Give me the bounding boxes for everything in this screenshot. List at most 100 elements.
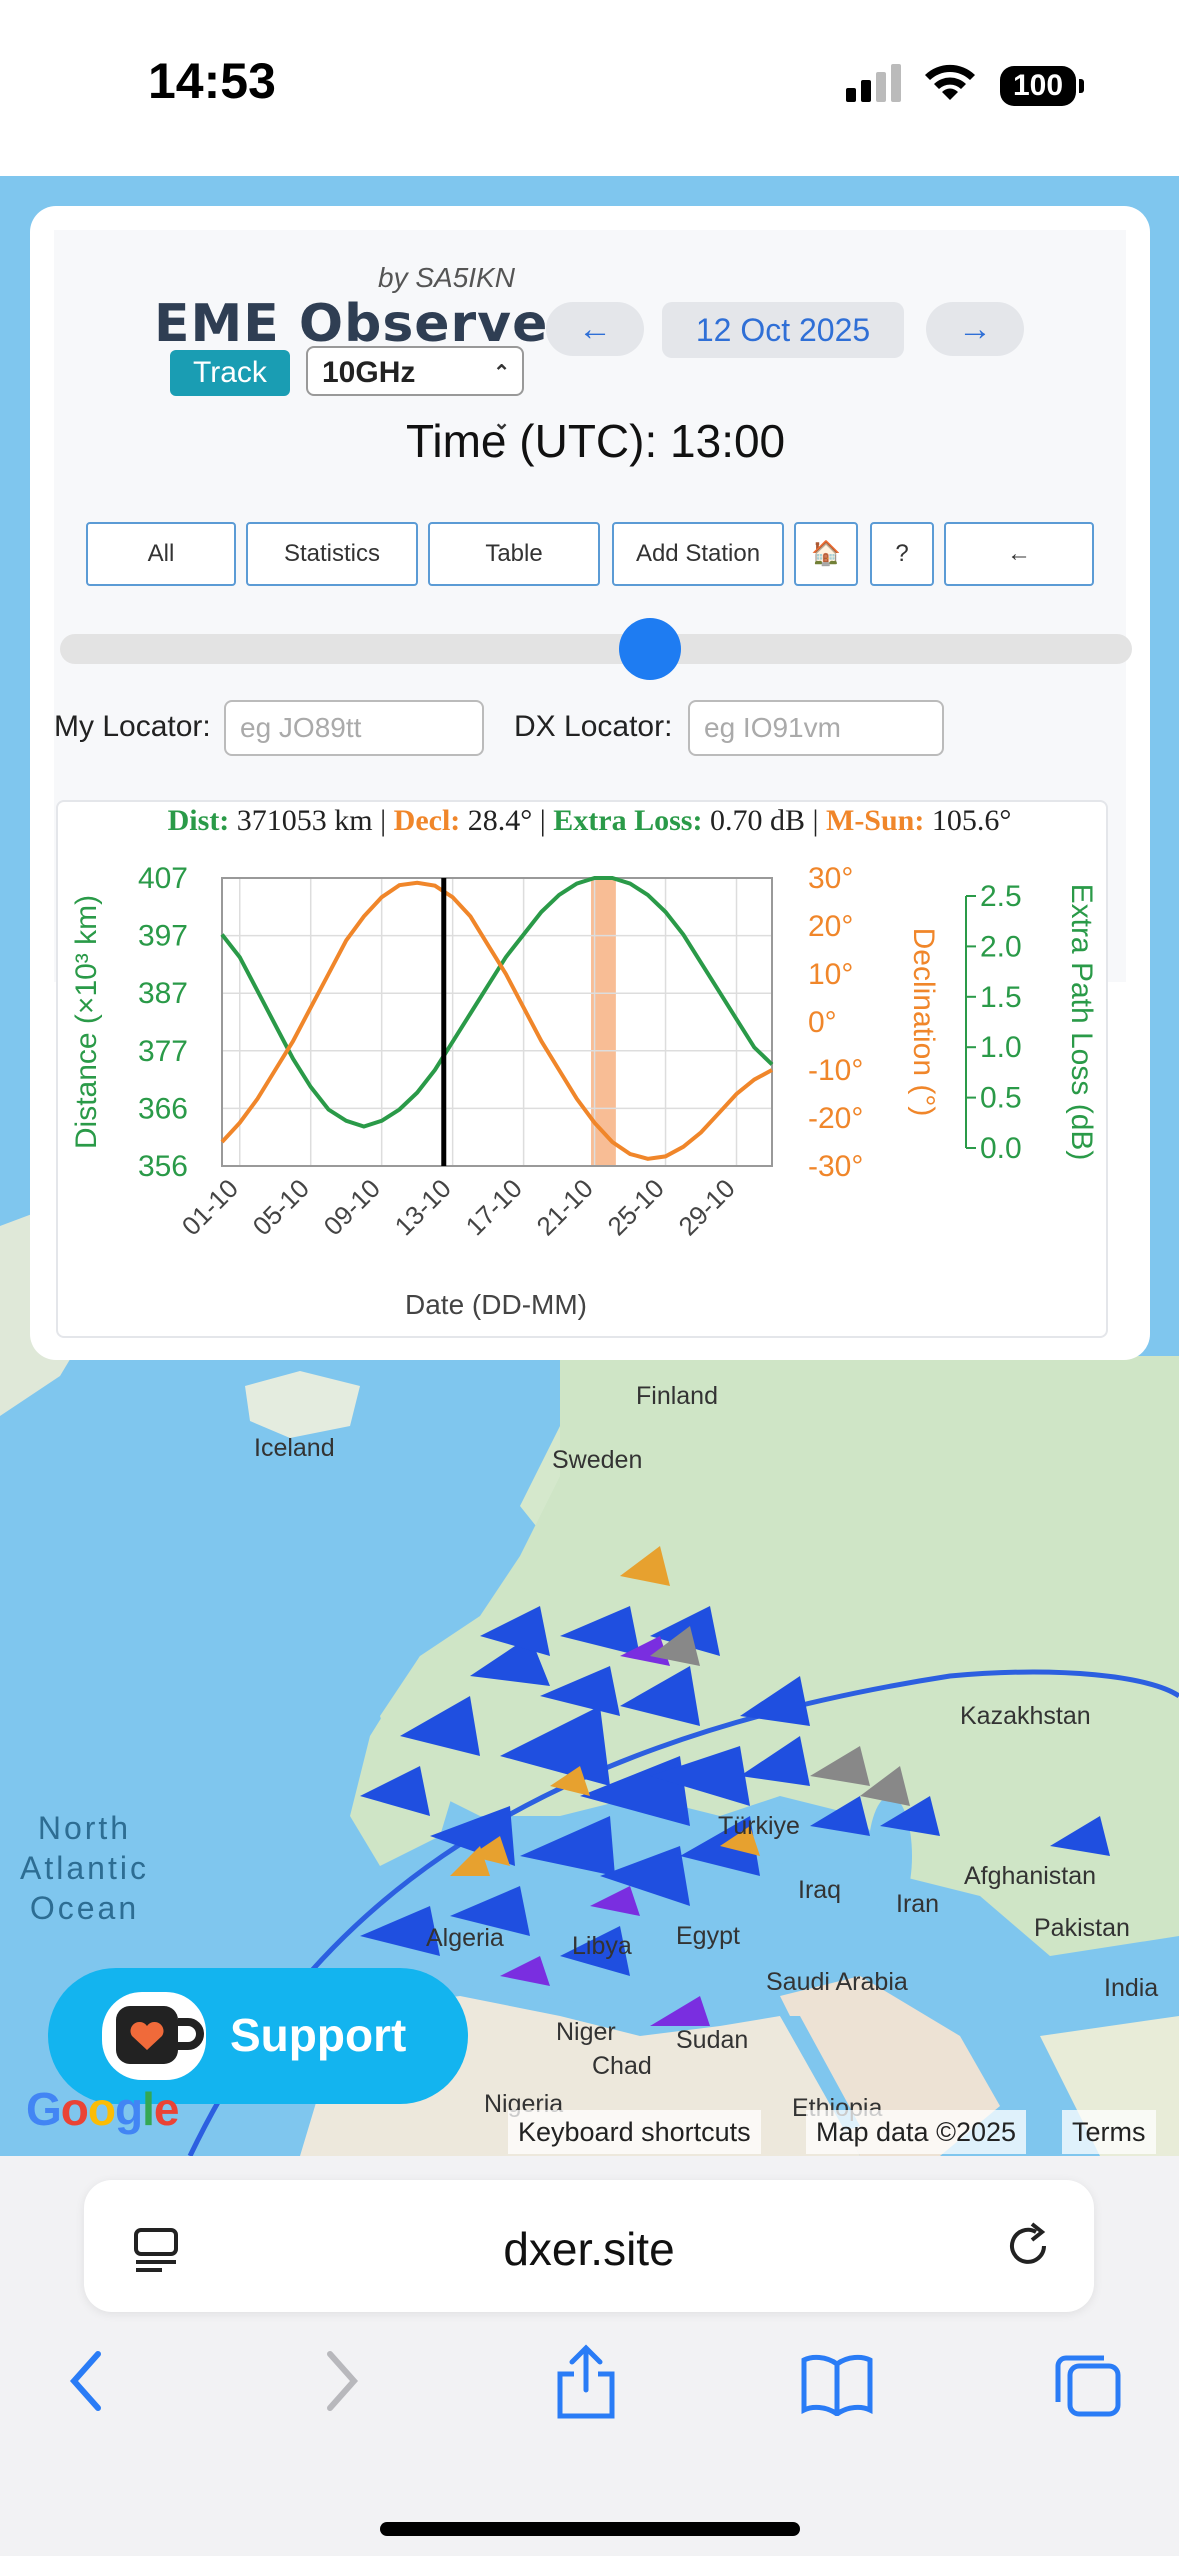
map-label-libya: Libya — [572, 1932, 632, 1960]
status-bar: 14:53 100 — [0, 0, 1179, 176]
loss-label: Extra Loss: — [553, 804, 703, 837]
x-tick-label: 13-10 — [389, 1173, 457, 1241]
support-label: Support — [230, 2009, 407, 2061]
y-right-tick-label: 1.5 — [980, 981, 1022, 1014]
x-axis-label: Date (DD-MM) — [405, 1289, 587, 1320]
battery-tip — [1079, 79, 1084, 93]
y-right-tick-label: 1.0 — [980, 1031, 1022, 1064]
y-mid-tick-label: 0° — [808, 1006, 837, 1039]
y-right-tick-label: 0.5 — [980, 1082, 1022, 1115]
help-button[interactable]: ? — [870, 522, 934, 586]
y-mid-tick-label: 20° — [808, 910, 853, 943]
x-tick-label: 29-10 — [673, 1173, 741, 1241]
y-left-axis-label: Distance (×10³ km) — [70, 895, 103, 1149]
statistics-button[interactable]: Statistics — [246, 522, 418, 586]
app-title: EME Observer — [154, 294, 575, 354]
y-right-tick-label: 0.0 — [980, 1132, 1022, 1165]
x-tick-label: 25-10 — [602, 1173, 670, 1241]
y-mid-tick-label: 10° — [808, 958, 853, 991]
back-nav-icon[interactable] — [64, 2346, 108, 2416]
cellular-signal-icon — [846, 64, 901, 102]
y-mid-tick-label: -20° — [808, 1102, 863, 1135]
table-button[interactable]: Table — [428, 522, 600, 586]
loss-value: 0.70 dB — [709, 804, 805, 837]
map-label-sudan: Sudan — [676, 2026, 749, 2054]
all-button[interactable]: All — [86, 522, 236, 586]
x-tick-label: 21-10 — [531, 1173, 599, 1241]
map-label-iran: Iran — [896, 1890, 940, 1918]
map-label-afghanistan: Afghanistan — [964, 1862, 1097, 1890]
map-label-kazakhstan: Kazakhstan — [960, 1702, 1091, 1730]
prev-date-button[interactable]: ← — [546, 302, 644, 356]
x-tick-label: 01-10 — [176, 1173, 244, 1241]
map-label-pakistan: Pakistan — [1034, 1914, 1130, 1942]
x-tick-label: 17-10 — [460, 1173, 528, 1241]
home-indicator — [380, 2522, 800, 2536]
time-utc: Time (UTC): 13:00 — [406, 415, 786, 467]
share-icon[interactable] — [552, 2344, 620, 2420]
reload-icon[interactable] — [1002, 2220, 1054, 2272]
battery-icon: 100 — [1000, 66, 1076, 106]
y-left-tick-label: 407 — [138, 862, 188, 895]
address-bar[interactable]: dxer.site — [84, 2180, 1094, 2312]
keyboard-shortcuts-link[interactable]: Keyboard shortcuts — [508, 2110, 761, 2154]
moon-chart[interactable]: 407 397 387 377 366 356 30° 20° 10° 0° -10° -20° -30… — [56, 852, 1108, 1332]
x-tick-label: 09-10 — [318, 1173, 386, 1241]
map-label-niger: Niger — [556, 2018, 616, 2046]
y-mid-tick-label: -10° — [808, 1054, 863, 1087]
forward-nav-icon[interactable] — [320, 2346, 364, 2416]
dx-locator-label: DX Locator: — [514, 710, 673, 743]
msun-value: 105.6° — [931, 804, 1012, 837]
tabs-icon[interactable] — [1052, 2348, 1124, 2420]
dist-label: Dist: — [167, 804, 230, 837]
y-mid-tick-label: 30° — [808, 862, 853, 895]
wifi-icon — [925, 64, 975, 100]
decl-label: Decl: — [393, 804, 461, 837]
series-line-0 — [220, 876, 774, 1129]
url-text: dxer.site — [503, 2223, 675, 2275]
time-slider-thumb[interactable] — [618, 618, 681, 680]
home-button[interactable]: 🏠 — [794, 522, 858, 586]
map-label-india: India — [1104, 1974, 1159, 2002]
msun-label: M-Sun: — [826, 804, 925, 837]
status-time: 14:53 — [148, 53, 276, 109]
y-left-tick-label: 366 — [138, 1092, 188, 1125]
my-locator-label: My Locator: — [54, 710, 211, 743]
x-tick-label: 05-10 — [247, 1173, 315, 1241]
y-mid-tick-label: -30° — [808, 1150, 863, 1183]
y-left-tick-label: 356 — [138, 1150, 188, 1183]
y-left-tick-label: 377 — [138, 1035, 188, 1068]
google-logo: Google — [26, 2083, 179, 2135]
next-date-button[interactable]: → — [926, 302, 1024, 356]
map-label-iceland: Iceland — [254, 1434, 335, 1462]
map-label-egypt: Egypt — [676, 1922, 740, 1950]
map-label-chad: Chad — [592, 2052, 652, 2080]
date-display[interactable]: 12 Oct 2025 — [662, 302, 904, 358]
track-button[interactable]: Track — [170, 350, 290, 396]
y-left-tick-label: 387 — [138, 977, 188, 1010]
y-mid-axis-label: Declination (°) — [907, 928, 940, 1117]
map-label-sweden: Sweden — [552, 1446, 643, 1474]
map-label-iraq: Iraq — [798, 1876, 842, 1904]
coffee-cup-icon — [102, 1992, 206, 2080]
decl-value: 28.4° — [467, 804, 533, 837]
back-button[interactable]: ← — [944, 522, 1094, 586]
y-right-axis-label: Extra Path Loss (dB) — [1065, 884, 1098, 1161]
series-line-1 — [220, 880, 773, 1161]
y-right-tick-label: 2.5 — [980, 880, 1022, 913]
dist-value: 371053 km — [236, 804, 373, 837]
band-select[interactable]: 10GHz ⌃ ⌄ — [306, 346, 524, 434]
my-locator-input[interactable]: eg JO89tt — [224, 700, 484, 756]
add-station-button[interactable]: Add Station — [612, 522, 784, 586]
dx-locator-input[interactable]: eg IO91vm — [688, 700, 944, 756]
map-label-saudi-arabia: Saudi Arabia — [766, 1968, 908, 1996]
map-label-ocean: North Atlantic Ocean — [20, 1810, 149, 1926]
terms-link[interactable]: Terms — [1062, 2110, 1156, 2154]
map-data-attribution: Map data ©2025 — [806, 2110, 1027, 2154]
chart-summary: Dist: 371053 km | Decl: 28.4° | Extra Lo… — [167, 804, 1012, 837]
map-label-algeria: Algeria — [426, 1924, 504, 1952]
y-right-tick-label: 2.0 — [980, 930, 1022, 963]
map-label-finland: Finland — [636, 1382, 718, 1410]
time-slider-track[interactable] — [60, 634, 1132, 664]
bookmarks-icon[interactable] — [800, 2352, 874, 2416]
